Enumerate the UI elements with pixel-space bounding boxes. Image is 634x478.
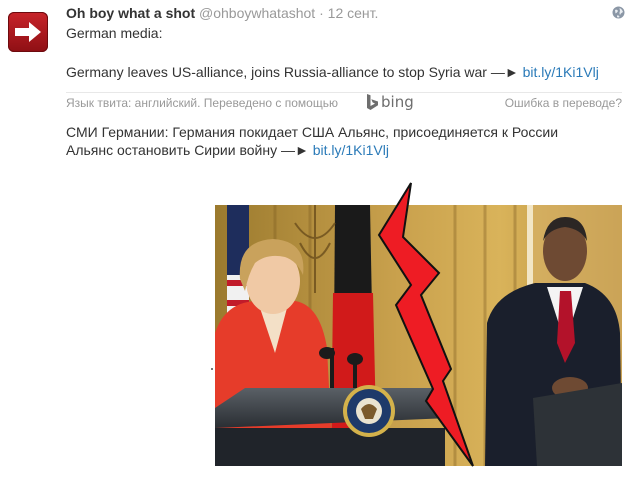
author-name[interactable]: Oh boy what a shot [66,5,195,21]
bing-logo: bing [366,93,414,111]
right-arrow-icon [15,22,41,42]
translated-link[interactable]: bit.ly/1Ki1Vlj [313,142,389,158]
translation-bar: Язык твита: английский. Переведено с пом… [66,92,622,115]
translated-line1: СМИ Германии: Германия покидает США Алья… [66,124,559,140]
tweet-photo[interactable] [215,182,622,467]
tweet-header: Oh boy what a shot @ohboywhatashot · 12 … [66,5,378,22]
bing-icon [367,93,378,110]
wrong-translation-link[interactable]: Ошибка в переводе? [505,96,622,110]
tweet-text: Germany leaves US-alliance, joins Russia… [66,64,523,80]
stray-dot [211,368,213,370]
tweet-text-line2: Germany leaves US-alliance, joins Russia… [66,63,599,81]
separator: · [319,5,324,21]
tweet-text-line1: German media: [66,25,163,41]
tweet-date[interactable]: 12 сент. [328,5,379,21]
translated-line2: Альянс остановить Сирии войну —► bit.ly/… [66,141,389,159]
avatar[interactable] [8,12,48,52]
translation-note: Язык твита: английский. Переведено с пом… [66,96,338,110]
translated-text: Альянс остановить Сирии войну —► [66,142,313,158]
bing-label: bing [381,93,414,111]
author-handle[interactable]: @ohboywhatashot [199,5,315,21]
globe-icon[interactable] [612,6,625,19]
tweet-link[interactable]: bit.ly/1Ki1Vlj [523,64,599,80]
